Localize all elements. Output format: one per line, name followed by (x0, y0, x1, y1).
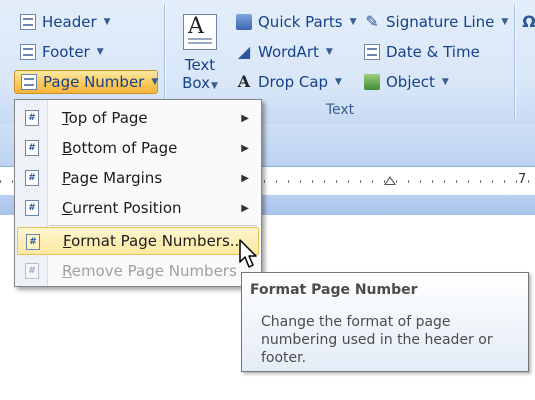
text-group-label: Text (325, 102, 355, 118)
signature-line-label: Signature Line (386, 13, 495, 31)
format-page-number-icon: # (26, 234, 40, 250)
date-time-label: Date & Time (386, 43, 480, 61)
wordart-icon: ◢ (237, 42, 251, 61)
menu-item-top-of-page[interactable]: # Top of Page ▶ (17, 104, 259, 132)
text-box-label-line1: Text (184, 56, 216, 74)
ruler-number: 7 (518, 172, 527, 187)
chevron-down-icon: ▼ (96, 47, 104, 57)
header-button[interactable]: Header ▼ (14, 10, 117, 34)
date-time-button[interactable]: Date & Time (358, 40, 486, 64)
page-number-label: Page Number (43, 73, 145, 91)
object-icon (364, 74, 380, 90)
tooltip-title: Format Page Number (250, 282, 418, 298)
page-number-icon: # (25, 110, 39, 126)
object-label: Object (386, 73, 435, 91)
drop-cap-button[interactable]: A Drop Cap ▼ (230, 70, 348, 94)
calendar-icon (364, 44, 380, 60)
header-label: Header (42, 13, 97, 31)
signature-line-button[interactable]: ✎ Signature Line ▼ (358, 10, 514, 34)
menu-item-current-position[interactable]: # Current Position ▶ (17, 194, 259, 222)
chevron-down-icon: ▼ (501, 17, 509, 27)
chevron-right-icon: ▶ (241, 142, 249, 154)
menu-item-page-margins[interactable]: # Page Margins ▶ (17, 164, 259, 192)
tooltip-body: Change the format of page numbering used… (261, 314, 493, 366)
mouse-pointer-icon (239, 239, 257, 268)
menu-item-remove-page-numbers[interactable]: # Remove Page Numbers (17, 257, 259, 285)
chevron-down-icon: ▼ (325, 47, 333, 57)
text-box-button[interactable]: A Text Box▼ (172, 14, 228, 92)
quick-parts-button[interactable]: Quick Parts ▼ (230, 10, 363, 34)
chevron-right-icon: ▶ (241, 172, 249, 184)
menu-item-label: Bottom of Page (62, 139, 178, 157)
menu-item-label: Remove Page Numbers (62, 262, 237, 280)
quick-parts-icon (236, 14, 252, 30)
quick-parts-label: Quick Parts (258, 13, 343, 31)
wordart-button[interactable]: ◢ WordArt ▼ (230, 40, 339, 64)
menu-separator (49, 225, 257, 226)
page-number-icon: # (25, 170, 39, 186)
chevron-down-icon: ▼ (441, 77, 449, 87)
page-number-button[interactable]: Page Number ▼ (14, 70, 158, 94)
footer-button[interactable]: Footer ▼ (14, 40, 110, 64)
menu-item-label: Format Page Numbers... (63, 232, 245, 250)
chevron-down-icon: ▼ (103, 17, 111, 27)
menu-item-bottom-of-page[interactable]: # Bottom of Page ▶ (17, 134, 259, 162)
tooltip: Format Page Number Change the format of … (241, 272, 529, 372)
footer-icon (20, 44, 36, 60)
page-number-icon (21, 74, 37, 90)
menu-item-label: Current Position (62, 199, 182, 217)
page-number-menu: # Top of Page ▶ # Bottom of Page ▶ # Pag… (14, 99, 262, 287)
header-icon (20, 14, 36, 30)
symbol-icon[interactable]: Ω (521, 14, 535, 30)
chevron-down-icon: ▼ (335, 77, 342, 87)
object-button[interactable]: Object ▼ (358, 70, 455, 94)
wordart-label: WordArt (258, 43, 319, 61)
text-box-icon: A (183, 14, 217, 50)
signature-line-icon: ✎ (365, 12, 379, 31)
page-number-icon: # (25, 140, 39, 156)
menu-item-label: Page Margins (62, 169, 163, 187)
right-indent-marker[interactable] (384, 176, 396, 185)
group-separator (514, 4, 515, 118)
drop-cap-label: Drop Cap (258, 73, 329, 91)
menu-item-label: Top of Page (62, 109, 148, 127)
chevron-down-icon: ▼ (151, 77, 159, 87)
footer-label: Footer (42, 43, 90, 61)
menu-item-format-page-numbers[interactable]: # Format Page Numbers... (17, 227, 259, 255)
chevron-down-icon: ▼ (349, 17, 357, 27)
page-number-icon: # (25, 200, 39, 216)
chevron-right-icon: ▶ (241, 112, 249, 124)
remove-page-number-icon: # (25, 263, 39, 279)
chevron-right-icon: ▶ (241, 202, 249, 214)
text-box-label-line2: Box (182, 74, 210, 92)
drop-cap-icon: A (237, 72, 251, 91)
chevron-down-icon: ▼ (210, 81, 218, 91)
